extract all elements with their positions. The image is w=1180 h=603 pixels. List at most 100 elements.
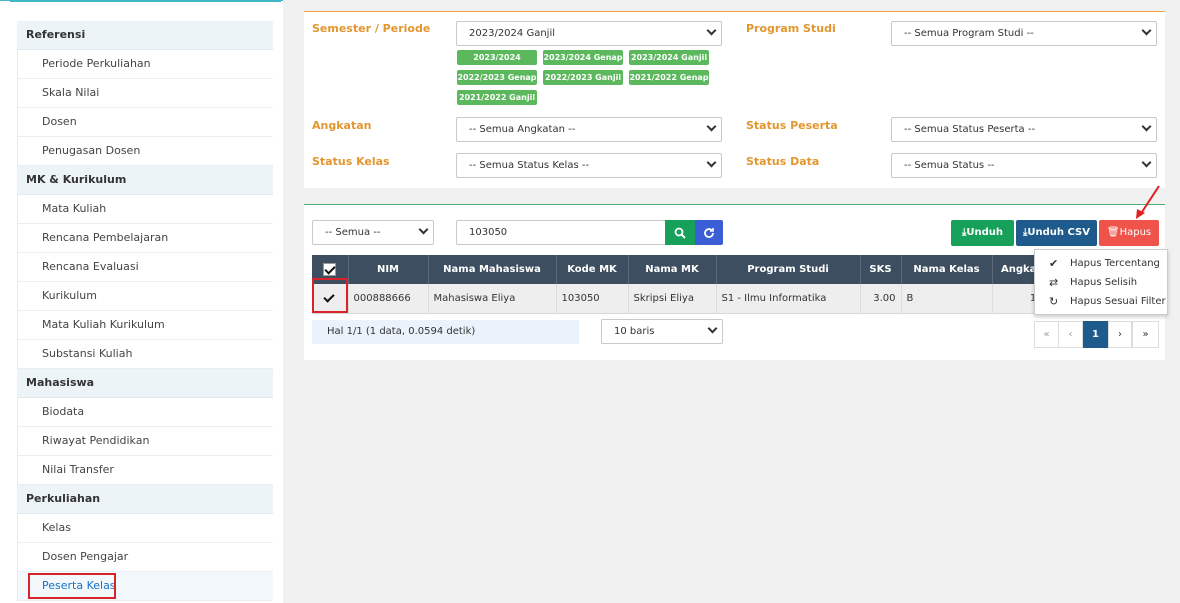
semester-chip[interactable]: 2022/2023 Genap [457, 70, 537, 85]
semester-chip[interactable]: 2021/2022 Ganjil [457, 90, 537, 105]
sidebar-item-label: Penugasan Dosen [42, 144, 141, 157]
semester-chip[interactable]: 2021/2022 Genap [629, 70, 709, 85]
data-table: NIM Nama Mahasiswa Kode MK Nama MK Progr… [312, 255, 1065, 314]
sidebar-item[interactable]: Substansi Kuliah [17, 340, 273, 369]
semester-chip[interactable]: 2023/2024 Ganjil [629, 50, 709, 65]
cell-sks: 3.00 [860, 284, 902, 314]
page-current-button[interactable]: 1 [1083, 321, 1108, 348]
chevron-down-icon [1141, 121, 1152, 132]
col-nama-kelas[interactable]: Nama Kelas [901, 255, 993, 284]
chevron-down-icon [707, 323, 718, 334]
page-info: Hal 1/1 (1 data, 0.0594 detik) [312, 320, 579, 344]
select-all-checkbox[interactable] [323, 263, 337, 276]
page-prev-button[interactable]: ‹ [1058, 321, 1083, 348]
col-kode-mk[interactable]: Kode MK [556, 255, 629, 284]
semester-chip[interactable]: 2023/2024 Genap [543, 50, 623, 65]
status-kelas-select[interactable]: -- Semua Status Kelas -- [456, 153, 722, 178]
prodi-select-value: -- Semua Program Studi -- [904, 28, 1034, 39]
hapus-label: Hapus [1119, 227, 1152, 238]
unduh-button[interactable]: ⤓Unduh [951, 220, 1014, 246]
cell-nama-mahasiswa: Mahasiswa Eliya [428, 284, 557, 314]
status-peserta-select-value: -- Semua Status Peserta -- [904, 124, 1036, 135]
status-peserta-select[interactable]: -- Semua Status Peserta -- [891, 117, 1157, 142]
sidebar-item-label: Periode Perkuliahan [42, 57, 151, 70]
unduh-csv-button[interactable]: ⤓Unduh CSV [1016, 220, 1097, 246]
table-header-row: NIM Nama Mahasiswa Kode MK Nama MK Progr… [312, 255, 1065, 284]
sidebar-item[interactable]: Mata Kuliah Kurikulum [17, 311, 273, 340]
sidebar-item[interactable]: Nilai Transfer [17, 456, 273, 485]
scope-select-value: -- Semua -- [325, 227, 381, 238]
menu-item-hapus-tercentang[interactable]: ✔ Hapus Tercentang [1035, 254, 1167, 273]
sidebar-item[interactable]: Rencana Evaluasi [17, 253, 273, 282]
col-nama-mahasiswa[interactable]: Nama Mahasiswa [428, 255, 557, 284]
sidebar-item[interactable]: Rencana Pembelajaran [17, 224, 273, 253]
col-program-studi[interactable]: Program Studi [716, 255, 861, 284]
status-kelas-select-value: -- Semua Status Kelas -- [469, 160, 590, 171]
sidebar-item[interactable]: Biodata [17, 398, 273, 427]
sidebar-item[interactable]: Penugasan Dosen [17, 137, 273, 166]
page-first-button[interactable]: « [1034, 321, 1059, 348]
sidebar-item-label: Biodata [42, 405, 85, 418]
page-last-button[interactable]: » [1132, 321, 1159, 348]
scope-select[interactable]: -- Semua -- [312, 220, 434, 245]
menu-item-hapus-selisih[interactable]: ⇄ Hapus Selisih [1035, 273, 1167, 292]
chevron-down-icon [706, 157, 717, 168]
angkatan-label: Angkatan [312, 119, 372, 132]
sidebar: Referensi Periode Perkuliahan Skala Nilai D… [0, 0, 283, 603]
chevron-down-icon [1141, 25, 1152, 36]
refresh-icon: ↻ [1049, 295, 1059, 308]
check-icon: ✔ [1049, 257, 1059, 270]
sidebar-item[interactable]: Periode Perkuliahan [17, 50, 273, 79]
angkatan-select-value: -- Semua Angkatan -- [469, 124, 576, 135]
semester-select[interactable]: 2023/2024 Ganjil [456, 21, 722, 46]
sidebar-item[interactable]: Riwayat Pendidikan [17, 427, 273, 456]
menu-item-hapus-sesuai-filter[interactable]: ↻ Hapus Sesuai Filter [1035, 292, 1167, 311]
chevron-down-icon [418, 224, 429, 235]
col-nim[interactable]: NIM [348, 255, 429, 284]
menu-item-label: Hapus Selisih [1070, 277, 1138, 288]
sidebar-item[interactable]: Peserta Kelas [17, 572, 273, 601]
sidebar-item-label: Dosen Pengajar [42, 550, 129, 563]
prodi-select[interactable]: -- Semua Program Studi -- [891, 21, 1157, 46]
page-next-button[interactable]: › [1108, 321, 1132, 348]
semester-chip[interactable]: 2023/2024 Pendek [457, 50, 537, 77]
angkatan-select[interactable]: -- Semua Angkatan -- [456, 117, 722, 142]
sidebar-item-label: Rencana Evaluasi [42, 260, 139, 273]
cell-kode-mk: 103050 [556, 284, 629, 314]
sidebar-item-label: Dosen [42, 115, 77, 128]
sidebar-item[interactable]: Dosen Pengajar [17, 543, 273, 572]
refresh-icon [704, 228, 714, 238]
sidebar-item-label: Riwayat Pendidikan [42, 434, 150, 447]
refresh-button[interactable] [695, 220, 723, 245]
sidebar-item-label: Rencana Pembelajaran [42, 231, 169, 244]
search-input-value: 103050 [469, 227, 508, 238]
menu-item-label: Hapus Sesuai Filter [1070, 296, 1166, 307]
sidebar-item[interactable]: Dosen [17, 108, 273, 137]
table-row[interactable]: 000888666 Mahasiswa Eliya 103050 Skripsi… [312, 284, 1065, 314]
status-data-select[interactable]: -- Semua Status -- [891, 153, 1157, 178]
per-page-select[interactable]: 10 baris [601, 319, 723, 344]
sidebar-item[interactable]: Skala Nilai [17, 79, 273, 108]
prodi-label: Program Studi [746, 22, 836, 35]
col-sks[interactable]: SKS [860, 255, 902, 284]
sidebar-item-label: Kelas [42, 521, 71, 534]
cell-nim: 000888666 [348, 284, 429, 314]
sidebar-section-header: MK & Kurikulum [17, 166, 273, 195]
sidebar-item[interactable]: Kelas [17, 514, 273, 543]
sidebar-section-header: Referensi [17, 21, 273, 50]
cell-program-studi: S1 - Ilmu Informatika [716, 284, 861, 314]
search-input[interactable]: 103050 [456, 220, 666, 245]
sidebar-item[interactable]: Kurikulum [17, 282, 273, 311]
semester-chip[interactable]: 2022/2023 Ganjil [543, 70, 623, 85]
hapus-button[interactable]: 🗑Hapus [1099, 220, 1159, 246]
search-icon [674, 227, 686, 239]
sidebar-section-header: Perkuliahan [17, 485, 273, 514]
sidebar-item[interactable]: Mata Kuliah [17, 195, 273, 224]
unduh-csv-label: Unduh CSV [1027, 227, 1090, 238]
search-button[interactable] [665, 220, 695, 245]
sidebar-section-header: Mahasiswa [17, 369, 273, 398]
sidebar-item-label: Kurikulum [42, 289, 97, 302]
active-item-highlight [28, 573, 116, 599]
sidebar-menu: Referensi Periode Perkuliahan Skala Nilai D… [17, 21, 273, 601]
col-nama-mk[interactable]: Nama MK [628, 255, 717, 284]
